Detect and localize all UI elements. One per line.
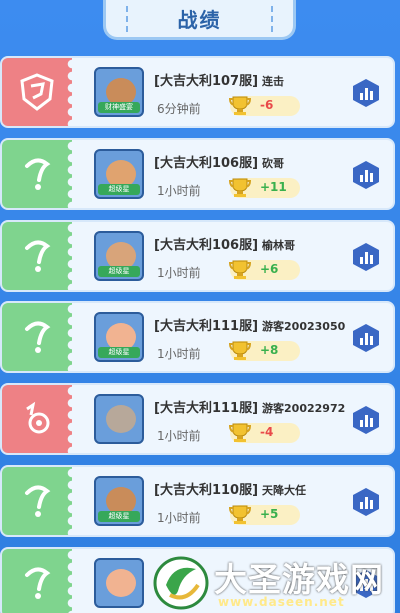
win-badge-icon xyxy=(2,222,78,290)
record-card[interactable]: 超级星 [大吉大利106服] 砍哥 1小时前 +11 xyxy=(0,138,395,210)
page-title: 战绩 xyxy=(177,8,222,32)
score-value: +5 xyxy=(260,507,279,521)
match-time: 6分钟前 xyxy=(157,102,201,116)
server-name: [大吉大利106服] 砍哥 xyxy=(154,156,285,171)
score-change: -6 xyxy=(228,96,300,116)
win-badge-icon xyxy=(2,549,78,613)
trophy-icon xyxy=(228,505,252,524)
player-avatar[interactable]: 超级星 xyxy=(94,149,144,199)
stats-detail-icon[interactable] xyxy=(351,487,381,517)
player-avatar[interactable]: 超级星 xyxy=(94,231,144,281)
watermark-logo-icon xyxy=(153,556,209,610)
trophy-icon xyxy=(228,341,252,360)
stats-detail-icon[interactable] xyxy=(351,405,381,435)
watermark: 大圣游戏网 www.daseen.net xyxy=(152,553,400,613)
win-badge-icon xyxy=(2,140,78,208)
match-time: 1小时前 xyxy=(157,266,201,280)
server-name: [大吉大利111服] 游客20023050 xyxy=(154,319,346,334)
score-change: +6 xyxy=(228,260,300,280)
player-name: 连击 xyxy=(262,75,285,88)
match-time: 1小时前 xyxy=(157,184,201,198)
title-ribbon-left xyxy=(114,6,128,32)
player-avatar[interactable] xyxy=(94,394,144,444)
trophy-icon xyxy=(228,96,252,115)
score-change: +8 xyxy=(228,341,300,361)
score-change: +5 xyxy=(228,505,300,525)
record-card[interactable]: [大吉大利111服] 游客20022972 1小时前 -4 xyxy=(0,383,395,455)
page-title-bar: 战绩 xyxy=(103,0,296,40)
player-avatar[interactable]: 超级星 xyxy=(94,312,144,362)
record-card[interactable]: 财神盛宴 [大吉大利107服] 连击 6分钟前 -6 xyxy=(0,56,395,128)
score-value: -6 xyxy=(260,98,274,112)
score-value: +11 xyxy=(260,180,287,194)
record-card[interactable]: 超级星 [大吉大利110服] 天降大任 1小时前 +5 xyxy=(0,465,395,537)
server-name: [大吉大利107服] 连击 xyxy=(154,74,285,89)
trophy-icon xyxy=(228,178,252,197)
title-ribbon-right xyxy=(271,6,285,32)
match-time: 1小时前 xyxy=(157,511,201,525)
rank-label: 超级星 xyxy=(98,184,140,195)
shield-badge-icon xyxy=(2,58,78,126)
player-avatar[interactable]: 超级星 xyxy=(94,476,144,526)
player-avatar[interactable] xyxy=(94,558,144,608)
player-name: 游客20023050 xyxy=(262,320,346,333)
server-name: [大吉大利111服] 游客20022972 xyxy=(154,401,346,416)
rank-label: 财神盛宴 xyxy=(98,102,140,113)
server-name: [大吉大利110服] 天降大任 xyxy=(154,483,307,498)
rank-label: 超级星 xyxy=(98,266,140,277)
record-card[interactable]: 超级星 [大吉大利106服] 榆林哥 1小时前 +6 xyxy=(0,220,395,292)
watermark-url: www.daseen.net xyxy=(218,595,345,609)
player-name: 砍哥 xyxy=(262,157,285,170)
score-value: -4 xyxy=(260,425,274,439)
match-time: 1小时前 xyxy=(157,347,201,361)
server-name: [大吉大利106服] 榆林哥 xyxy=(154,238,296,253)
stats-detail-icon[interactable] xyxy=(351,78,381,108)
win-badge-icon xyxy=(2,467,78,535)
lose-badge-icon xyxy=(2,385,78,453)
rank-label: 超级星 xyxy=(98,511,140,522)
score-change: -4 xyxy=(228,423,300,443)
rank-label: 超级星 xyxy=(98,347,140,358)
win-badge-icon xyxy=(2,303,78,371)
stats-detail-icon[interactable] xyxy=(351,323,381,353)
record-card[interactable]: 超级星 [大吉大利111服] 游客20023050 1小时前 +8 xyxy=(0,301,395,373)
watermark-title: 大圣游戏网 xyxy=(214,560,384,599)
trophy-icon xyxy=(228,260,252,279)
match-time: 1小时前 xyxy=(157,429,201,443)
player-name: 榆林哥 xyxy=(262,239,296,252)
score-value: +8 xyxy=(260,343,279,357)
player-name: 天降大任 xyxy=(262,484,307,497)
player-avatar[interactable]: 财神盛宴 xyxy=(94,67,144,117)
trophy-icon xyxy=(228,423,252,442)
score-value: +6 xyxy=(260,262,279,276)
player-name: 游客20022972 xyxy=(262,402,346,415)
stats-detail-icon[interactable] xyxy=(351,160,381,190)
score-change: +11 xyxy=(228,178,300,198)
stats-detail-icon[interactable] xyxy=(351,242,381,272)
